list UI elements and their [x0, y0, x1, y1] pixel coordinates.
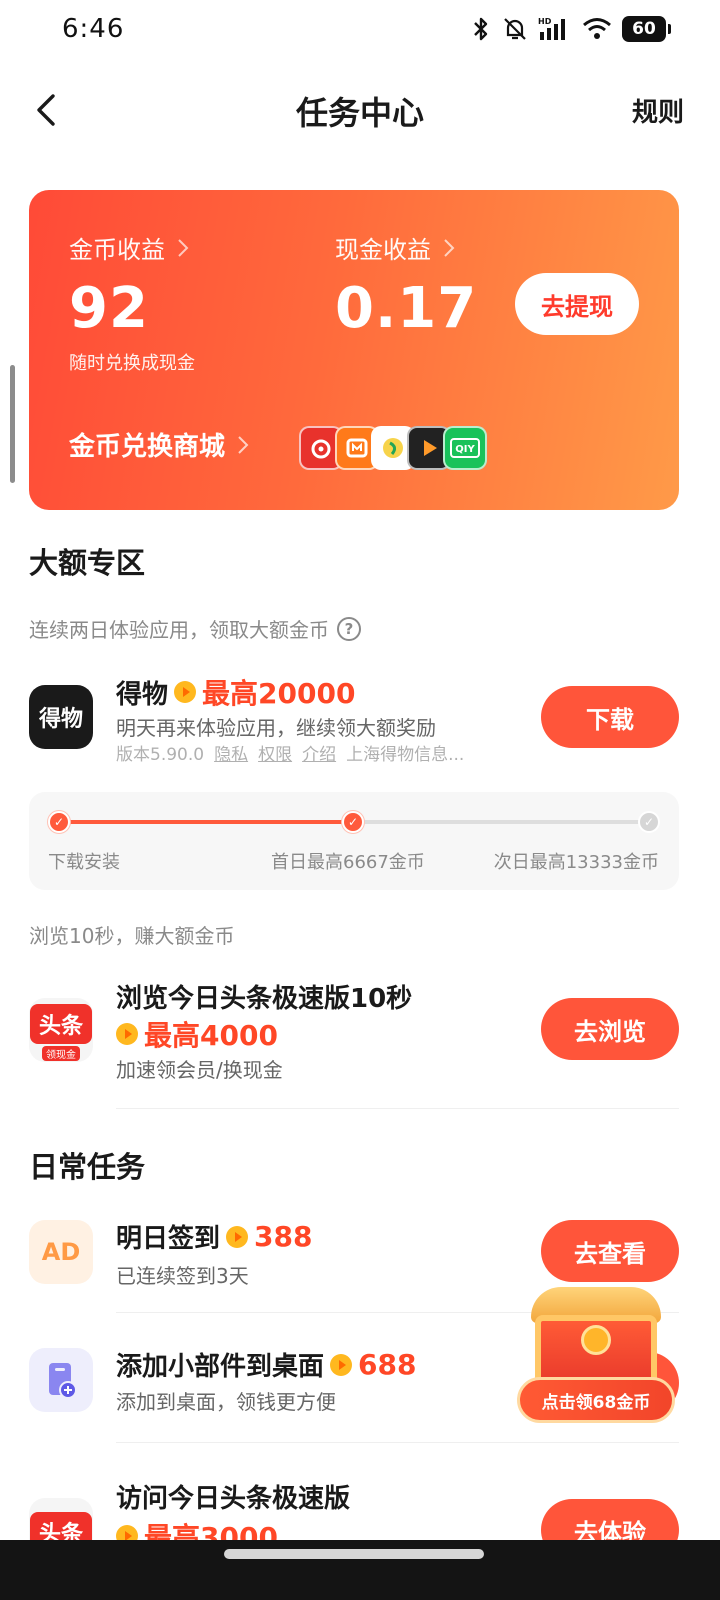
view-button[interactable]: 去查看 [541, 1220, 679, 1282]
progress-step-done-icon: ✓ [48, 811, 70, 833]
coin-icon [226, 1225, 249, 1248]
big-zone-subtitle: 连续两日体验应用，领取大额金币 ? [29, 614, 361, 643]
progress-fill [59, 820, 354, 824]
coin-earnings-hint: 随时兑换成现金 [69, 353, 195, 374]
big-zone-title: 大额专区 [29, 546, 146, 580]
bluetooth-icon [474, 17, 488, 41]
toutiao-browse-task: 头条 领现金 浏览今日头条极速版10秒 最高4000 加速领会员/换现金 去浏览 [0, 976, 720, 1106]
cash-earnings-label: 现金收益 [335, 230, 477, 265]
coin-earnings-label: 金币收益 [69, 230, 195, 265]
widget-reward-text: 688 [358, 1348, 417, 1381]
ad-icon: AD [29, 1220, 93, 1284]
home-indicator[interactable] [224, 1549, 484, 1559]
scroll-indicator[interactable] [10, 365, 15, 483]
chevron-right-icon [178, 238, 189, 257]
try-button[interactable]: 去体验 [541, 1499, 679, 1546]
widget-task-title: 添加小部件到桌面 688 [116, 1346, 416, 1383]
signal-icon: HD [538, 17, 565, 40]
mute-bell-icon [504, 18, 526, 40]
dewu-permissions-link[interactable]: 权限 [258, 740, 292, 765]
widget-reward: 688 [330, 1348, 416, 1381]
coin-icon [174, 681, 197, 703]
divider [116, 1108, 679, 1109]
chest-coin-icon [581, 1325, 611, 1355]
toutiao-app-icon: 头条 [29, 1498, 93, 1546]
download-button[interactable]: 下载 [541, 686, 679, 748]
dewu-reward: 最高20000 [174, 672, 355, 712]
toutiao-reward-text: 最高4000 [144, 1019, 278, 1052]
cash-earnings-value: 0.17 [335, 276, 478, 341]
cash-earnings[interactable]: 现金收益 0.17 [335, 230, 477, 339]
earnings-card: 金币收益 92 随时兑换成现金 现金收益 0.17 去提现 金币兑换商城 QIY [29, 190, 679, 510]
chevron-right-icon [238, 435, 249, 454]
progress-step-pending-icon: ✓ [638, 811, 660, 833]
dewu-version: 版本5.90.0 [116, 745, 205, 765]
wifi-icon [583, 18, 611, 39]
visit-task-title: 访问今日头条极速版 [116, 1484, 351, 1514]
widget-title-text: 添加小部件到桌面 [116, 1352, 325, 1382]
toutiao-logo: 头条 [30, 1003, 92, 1044]
add-widget-icon [29, 1348, 93, 1412]
status-time: 6:46 [62, 14, 125, 44]
dewu-reward-text: 最高20000 [202, 677, 356, 710]
toutiao-task-reward: 最高4000 [116, 1014, 278, 1054]
checkin-task-desc: 已连续签到3天 [116, 1264, 249, 1288]
reward-progress: ✓ ✓ ✓ 下载安装 首日最高6667金币 次日最高13333金币 [29, 792, 679, 890]
toutiao-reward: 最高4000 [116, 1014, 278, 1054]
treasure-chest-widget[interactable]: 点击领68金币 [517, 1285, 677, 1430]
dewu-task-desc: 明天再来体验应用，继续领大额奖励 [116, 716, 436, 740]
coin-icon [330, 1353, 353, 1376]
big-zone-subtitle-text: 连续两日体验应用，领取大额金币 [29, 618, 329, 642]
progress-step-label: 下载安装 [48, 852, 120, 873]
progress-step-label: 首日最高6667金币 [271, 852, 425, 873]
dewu-name: 得物 [116, 679, 169, 710]
toutiao-app-icon: 头条 领现金 [29, 998, 93, 1062]
checkin-reward: 388 [226, 1220, 312, 1253]
iqiyi-logo-icon: QIY [443, 426, 487, 470]
dewu-intro-link[interactable]: 介绍 [302, 740, 336, 765]
checkin-reward-text: 388 [254, 1220, 313, 1253]
widget-task-desc: 添加到桌面，领钱更方便 [116, 1390, 336, 1414]
svg-text:HD: HD [538, 17, 552, 26]
toutiao-logo-sub: 领现金 [42, 1045, 80, 1061]
toutiao-task-desc: 加速领会员/换现金 [116, 1058, 283, 1082]
coin-mall-label: 金币兑换商城 [69, 432, 226, 462]
daily-tasks-title: 日常任务 [29, 1150, 146, 1184]
progress-step-done-icon: ✓ [342, 811, 364, 833]
browse-hint: 浏览10秒，赚大额金币 [29, 924, 235, 948]
partner-app-logos[interactable]: QIY [299, 426, 487, 470]
divider [116, 1442, 679, 1443]
coin-earnings[interactable]: 金币收益 92 随时兑换成现金 [69, 230, 195, 375]
progress-step-label: 次日最高13333金币 [493, 852, 659, 873]
dewu-app-icon: 得物 [29, 685, 93, 749]
browse-button[interactable]: 去浏览 [541, 998, 679, 1060]
dewu-app-meta: 版本5.90.0 隐私 权限 介绍 上海得物信息... [116, 740, 464, 765]
dewu-task: 得物 得物 最高20000 明天再来体验应用，继续领大额奖励 版本5.90.0 … [0, 670, 720, 780]
help-icon[interactable]: ? [337, 616, 361, 641]
dewu-developer: 上海得物信息... [346, 745, 465, 765]
status-bar: 6:46 HD 60 [0, 0, 720, 64]
toutiao-task-title: 浏览今日头条极速版10秒 [116, 984, 413, 1014]
coin-icon [116, 1023, 138, 1045]
dewu-icon-text: 得物 [38, 707, 83, 732]
visit-task: 头条 访问今日头条极速版 最高3000 去体验 [0, 1476, 720, 1546]
rules-link[interactable]: 规则 [632, 92, 684, 129]
withdraw-button[interactable]: 去提现 [515, 273, 639, 335]
nav-bar: 任务中心 规则 [0, 70, 720, 150]
cash-earnings-label-text: 现金收益 [335, 236, 431, 264]
checkin-task-title: 明日签到 388 [116, 1218, 312, 1255]
status-icons: HD 60 [470, 16, 671, 42]
coin-earnings-label-text: 金币收益 [69, 236, 165, 264]
claim-coins-label[interactable]: 点击领68金币 [517, 1377, 675, 1423]
battery-indicator: 60 [622, 16, 671, 42]
chevron-right-icon [444, 238, 455, 257]
coin-earnings-value: 92 [69, 276, 149, 341]
dewu-privacy-link[interactable]: 隐私 [214, 740, 248, 765]
svg-text:QIY: QIY [455, 444, 475, 455]
dewu-task-title: 得物 最高20000 [116, 672, 355, 712]
coin-mall-link[interactable]: 金币兑换商城 [69, 426, 249, 463]
checkin-title-text: 明日签到 [116, 1224, 221, 1254]
page-title: 任务中心 [295, 94, 424, 132]
